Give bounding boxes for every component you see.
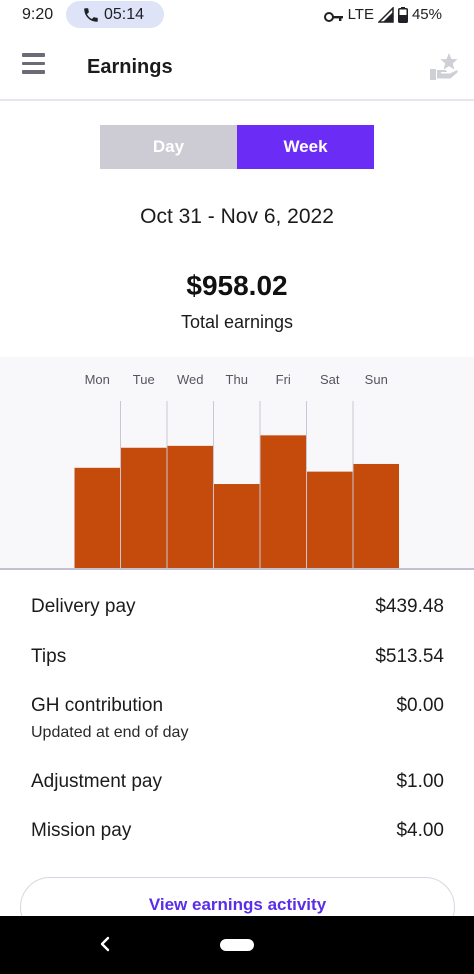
total-earnings-label: Total earnings [180,312,294,332]
status-indicators: LTE 45% [323,6,442,23]
mission-pay-label: Mission pay [31,820,132,841]
chart-bar-mon[interactable] [74,467,121,568]
chart-baseline [0,568,474,570]
vpn-key-icon [323,11,343,22]
chart-bar-sun[interactable] [353,463,400,568]
network-type: LTE [347,6,374,23]
chart-bar-wed[interactable] [167,445,214,568]
total-earnings-amount: $958.02 [186,270,288,301]
adjustment-pay-row: Adjustment pay $1.00 [31,753,444,793]
status-bar: 9:20 05:14 LTE 45% [0,0,474,30]
delivery-pay-value: $439.48 [375,596,444,617]
page-title: Earnings [87,56,173,78]
chart-day-label-mon: Mon [85,372,110,387]
chart-day-label-tue: Tue [133,372,155,387]
signal-icon [377,6,394,23]
delivery-pay-label: Delivery pay [31,596,136,617]
day-tab[interactable]: Day [100,125,237,169]
phone-icon [84,8,98,22]
gh-contribution-note: Updated at end of day [31,724,189,741]
chart-bar-sat[interactable] [307,471,353,568]
chart-day-label-sat: Sat [320,372,340,387]
chart-bar-thu[interactable] [214,484,260,568]
period-toggle: Day Week [100,125,374,169]
star-hand-icon[interactable] [428,52,460,82]
system-navigation-bar [0,916,474,974]
tips-label: Tips [31,646,67,667]
battery-percent: 45% [411,6,442,23]
chart-day-label-fri: Fri [276,372,291,387]
gh-contribution-label: GH contribution [31,695,164,716]
chart-bar-fri[interactable] [260,435,307,568]
mission-pay-value: $4.00 [396,820,444,841]
chart-day-label-sun: Sun [365,372,388,387]
adjustment-pay-value: $1.00 [396,771,444,792]
daily-earnings-chart: Mon Tue Wed Thu Fri Sat Sun [0,357,474,570]
tips-row: Tips $513.54 [31,628,444,668]
app-bar: Earnings [0,30,474,101]
chart-bar-tue[interactable] [121,447,167,568]
hamburger-menu-icon[interactable] [22,53,46,75]
gh-contribution-row: GH contribution $0.00 Updated at end of … [31,677,444,741]
adjustment-pay-label: Adjustment pay [31,771,162,792]
home-pill[interactable] [220,939,254,951]
chart-day-label-wed: Wed [177,372,204,387]
back-chevron-icon[interactable] [98,933,112,955]
ongoing-call-chip[interactable]: 05:14 [66,1,164,28]
date-range: Oct 31 - Nov 6, 2022 [140,205,334,228]
earnings-bar-chart: Mon Tue Wed Thu Fri Sat Sun [74,372,400,568]
delivery-pay-row: Delivery pay $439.48 [31,578,444,618]
chart-day-label-thu: Thu [226,372,248,387]
mission-pay-row: Mission pay $4.00 [31,802,444,842]
call-duration: 05:14 [104,6,145,23]
gh-contribution-value: $0.00 [396,695,444,716]
tips-value: $513.54 [375,646,444,667]
week-tab[interactable]: Week [237,125,374,169]
battery-icon [397,6,408,23]
view-earnings-activity-label: View earnings activity [148,895,327,914]
status-time: 9:20 [22,6,54,23]
